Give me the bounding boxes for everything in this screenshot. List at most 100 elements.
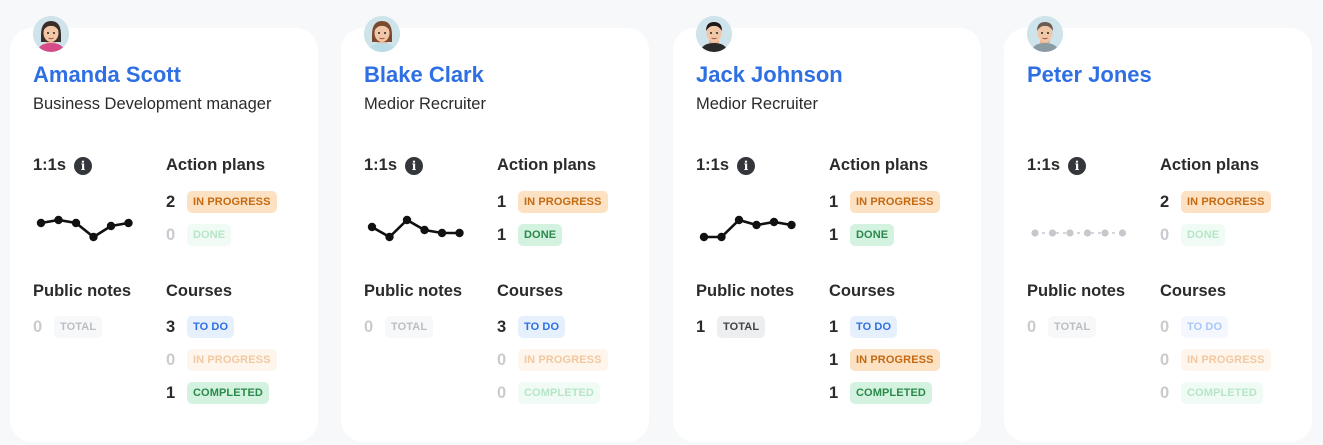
- action-plans-in-progress[interactable]: 2 IN PROGRESS: [1160, 190, 1271, 214]
- action-plans-in-progress[interactable]: 1 IN PROGRESS: [829, 190, 940, 214]
- count: 1: [497, 192, 507, 211]
- sparkline-point[interactable]: [1083, 229, 1092, 237]
- sparkline-point[interactable]: [1101, 229, 1109, 237]
- courses-label: Courses: [497, 282, 564, 300]
- avatar[interactable]: [364, 16, 400, 52]
- public-notes-total[interactable]: 1 TOTAL: [696, 315, 766, 339]
- sparkline-point[interactable]: [699, 232, 709, 242]
- info-icon[interactable]: i: [405, 156, 424, 175]
- sparkline-point[interactable]: [367, 222, 377, 232]
- courses-title: Courses: [166, 282, 232, 301]
- action-plans-label: Action plans: [497, 156, 597, 174]
- action-plans-in-progress[interactable]: 1 IN PROGRESS: [497, 190, 608, 214]
- public-notes-label: Public notes: [364, 282, 463, 300]
- action-plans-label: Action plans: [1160, 156, 1260, 174]
- public-notes-label: Public notes: [1027, 282, 1126, 300]
- courses-completed[interactable]: 0 COMPLETED: [1160, 381, 1263, 405]
- total-badge: TOTAL: [717, 316, 766, 338]
- courses-to-do[interactable]: 1 TO DO: [829, 315, 898, 339]
- courses-completed[interactable]: 1 COMPLETED: [166, 381, 269, 405]
- info-icon[interactable]: i: [1068, 156, 1087, 175]
- done-badge: DONE: [518, 224, 563, 246]
- sparkline-point[interactable]: [89, 232, 98, 242]
- count: 2: [166, 192, 176, 211]
- courses-in-progress[interactable]: 0 IN PROGRESS: [166, 348, 277, 372]
- sparkline-point[interactable]: [106, 221, 116, 231]
- in-progress-badge: IN PROGRESS: [1181, 191, 1271, 213]
- courses-to-do[interactable]: 3 TO DO: [166, 315, 235, 339]
- courses-to-do[interactable]: 0 TO DO: [1160, 315, 1229, 339]
- sparkline-point[interactable]: [787, 220, 796, 230]
- action-plans-done[interactable]: 0 DONE: [1160, 223, 1226, 247]
- sparkline-point[interactable]: [420, 225, 429, 235]
- sparkline-point[interactable]: [437, 228, 447, 238]
- public-notes-total[interactable]: 0 TOTAL: [1027, 315, 1097, 339]
- total-badge: TOTAL: [385, 316, 434, 338]
- avatar[interactable]: [33, 16, 69, 52]
- employee-name[interactable]: Blake Clark: [364, 62, 484, 88]
- sparkline-point[interactable]: [1031, 229, 1039, 237]
- sparkline-point[interactable]: [71, 218, 81, 228]
- sparkline-point[interactable]: [1118, 229, 1127, 237]
- employee-card[interactable]: Amanda Scott Business Development manage…: [10, 16, 318, 442]
- sparkline-point[interactable]: [1048, 229, 1057, 237]
- employee-name[interactable]: Peter Jones: [1027, 62, 1152, 88]
- count: 1: [497, 225, 507, 244]
- action-plans-done[interactable]: 1 DONE: [497, 223, 563, 247]
- avatar[interactable]: [696, 16, 732, 52]
- employee-card[interactable]: Blake Clark Medior Recruiter 1:1s i Acti…: [341, 16, 649, 442]
- action-plans-done[interactable]: 1 DONE: [829, 223, 895, 247]
- action-plans-in-progress[interactable]: 2 IN PROGRESS: [166, 190, 277, 214]
- sparkline-point[interactable]: [402, 215, 412, 225]
- employee-card[interactable]: Jack Johnson Medior Recruiter 1:1s i Act…: [673, 16, 981, 442]
- avatar[interactable]: [1027, 16, 1063, 52]
- one-on-ones-sparkline: [36, 215, 133, 242]
- info-icon[interactable]: i: [737, 156, 756, 175]
- sparkline-point[interactable]: [752, 220, 761, 230]
- public-notes-total[interactable]: 0 TOTAL: [364, 315, 434, 339]
- courses-title: Courses: [497, 282, 563, 301]
- count: 0: [497, 350, 507, 369]
- employee-role: Business Development manager: [33, 95, 272, 113]
- sparkline-point[interactable]: [734, 215, 744, 225]
- done-badge: DONE: [1181, 224, 1226, 246]
- public-notes-total[interactable]: 0 TOTAL: [33, 315, 103, 339]
- to-do-badge: TO DO: [518, 316, 566, 338]
- action-plans-done[interactable]: 0 DONE: [166, 223, 232, 247]
- sparkline-point[interactable]: [769, 217, 779, 227]
- sparkline-point[interactable]: [385, 232, 394, 242]
- one-on-ones-label: 1:1s: [33, 156, 67, 174]
- sparkline-point[interactable]: [455, 228, 464, 238]
- employee-name[interactable]: Amanda Scott: [33, 62, 181, 88]
- employee-card[interactable]: Peter Jones 1:1s i Action plans 2 IN PRO…: [1004, 16, 1312, 442]
- sparkline-point[interactable]: [124, 218, 133, 228]
- count: 0: [1027, 317, 1037, 336]
- courses-to-do[interactable]: 3 TO DO: [497, 315, 566, 339]
- info-icon[interactable]: i: [74, 156, 93, 175]
- courses-in-progress[interactable]: 0 IN PROGRESS: [497, 348, 608, 372]
- courses-completed[interactable]: 0 COMPLETED: [497, 381, 600, 405]
- count: 1: [829, 383, 839, 402]
- in-progress-badge: IN PROGRESS: [518, 191, 608, 213]
- person-avatar-icon: [696, 16, 732, 52]
- action-plans-label: Action plans: [166, 156, 266, 174]
- count: 0: [1160, 383, 1170, 402]
- one-on-ones-sparkline: [699, 215, 796, 242]
- completed-badge: COMPLETED: [187, 382, 269, 404]
- courses-in-progress[interactable]: 1 IN PROGRESS: [829, 348, 940, 372]
- courses-completed[interactable]: 1 COMPLETED: [829, 381, 932, 405]
- to-do-badge: TO DO: [850, 316, 898, 338]
- one-on-ones-title: 1:1s i: [364, 156, 424, 175]
- sparkline-point[interactable]: [1066, 229, 1074, 237]
- count: 1: [829, 350, 839, 369]
- one-on-ones-title: 1:1s i: [1027, 156, 1087, 175]
- in-progress-badge: IN PROGRESS: [1181, 349, 1271, 371]
- sparkline-point[interactable]: [54, 215, 63, 225]
- one-on-ones-label: 1:1s: [696, 156, 730, 174]
- sparkline-point[interactable]: [36, 218, 46, 228]
- employee-name[interactable]: Jack Johnson: [696, 62, 843, 88]
- count: 1: [696, 317, 706, 336]
- courses-in-progress[interactable]: 0 IN PROGRESS: [1160, 348, 1271, 372]
- sparkline-point[interactable]: [717, 232, 726, 242]
- action-plans-title: Action plans: [497, 156, 596, 175]
